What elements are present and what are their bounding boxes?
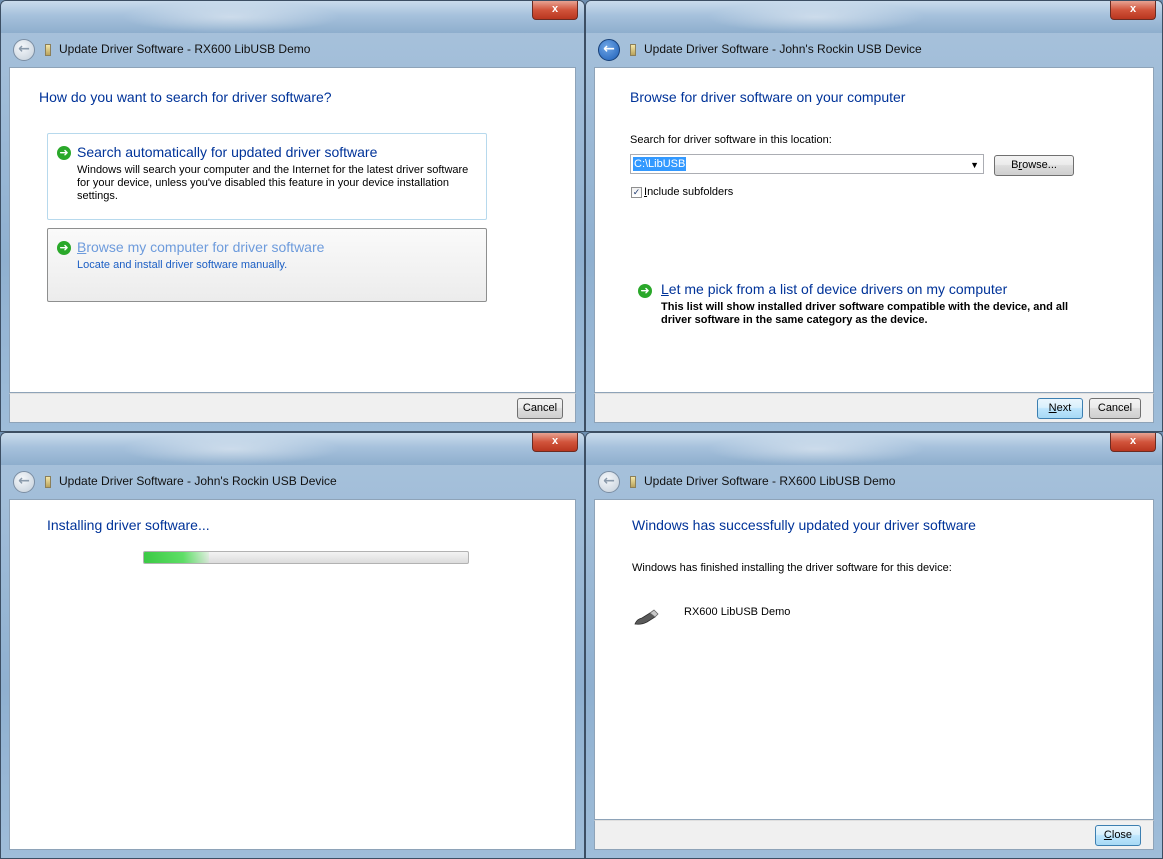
window-success: x ← Update Driver Software - RX600 LibUS… (585, 432, 1163, 859)
option-description: Windows will search your computer and th… (77, 164, 469, 202)
nav-row: ← Update Driver Software - John's Rockin… (9, 465, 576, 499)
option-title: Search automatically for updated driver … (77, 144, 378, 160)
content-pane: Windows has successfully updated your dr… (594, 499, 1154, 820)
include-subfolders-checkbox[interactable]: ✓ (631, 187, 642, 198)
window-title: Update Driver Software - RX600 LibUSB De… (59, 42, 311, 56)
close-window-button[interactable]: x (1110, 1, 1156, 20)
option-title: Let me pick from a list of device driver… (661, 281, 1008, 297)
window-title: Update Driver Software - John's Rockin U… (644, 42, 922, 56)
content-pane: How do you want to search for driver sof… (9, 67, 576, 393)
chevron-down-icon[interactable]: ▼ (970, 160, 979, 170)
page-heading: How do you want to search for driver sof… (39, 89, 332, 105)
next-button[interactable]: Next (1037, 398, 1083, 419)
back-arrow-icon[interactable]: ← (598, 39, 620, 61)
search-automatically-option[interactable]: ➜ Search automatically for updated drive… (47, 133, 487, 220)
option-description: This list will show installed driver sof… (661, 301, 1069, 326)
title-bar[interactable] (586, 433, 1162, 465)
green-arrow-icon: ➜ (57, 146, 71, 160)
back-arrow-icon: ← (13, 471, 35, 493)
content-pane: Installing driver software... (9, 499, 576, 850)
page-heading: Browse for driver software on your compu… (630, 89, 906, 105)
usb-device-icon (630, 476, 636, 488)
install-progress-bar (143, 551, 469, 564)
nav-row: ← Update Driver Software - RX600 LibUSB … (9, 33, 576, 67)
cancel-button[interactable]: Cancel (517, 398, 563, 419)
page-heading: Windows has successfully updated your dr… (632, 517, 976, 533)
close-window-button[interactable]: x (1110, 433, 1156, 452)
browse-my-computer-option[interactable]: ➜ Browse my computer for driver software… (47, 228, 487, 302)
title-bar[interactable] (1, 433, 584, 465)
usb-device-icon (45, 476, 51, 488)
back-arrow-icon: ← (598, 471, 620, 493)
button-bar: Cancel (9, 393, 576, 423)
driver-path-combobox[interactable]: C:\LibUSB ▼ (630, 154, 984, 174)
path-value: C:\LibUSB (633, 157, 687, 171)
close-window-button[interactable]: x (532, 1, 578, 20)
title-bar[interactable] (586, 1, 1162, 33)
close-button[interactable]: Close (1095, 825, 1141, 846)
progress-fill (144, 552, 209, 563)
include-subfolders-label[interactable]: Include subfolders (644, 186, 733, 198)
back-arrow-icon[interactable]: ← (13, 39, 35, 61)
close-window-button[interactable]: x (532, 433, 578, 452)
success-message: Windows has finished installing the driv… (632, 562, 952, 574)
page-heading: Installing driver software... (47, 517, 210, 533)
title-bar[interactable] (1, 1, 584, 33)
window-search-options: x ← Update Driver Software - RX600 LibUS… (0, 0, 585, 432)
window-title: Update Driver Software - RX600 LibUSB De… (644, 474, 896, 488)
green-arrow-icon: ➜ (638, 284, 652, 298)
nav-row: ← Update Driver Software - John's Rockin… (594, 33, 1154, 67)
location-label: Search for driver software in this locat… (630, 134, 832, 146)
device-name: RX600 LibUSB Demo (684, 606, 791, 618)
usb-device-icon (45, 44, 51, 56)
cancel-button[interactable]: Cancel (1089, 398, 1141, 419)
nav-row: ← Update Driver Software - RX600 LibUSB … (594, 465, 1154, 499)
browse-button[interactable]: Browse... (994, 155, 1074, 176)
usb-plug-icon (634, 609, 659, 625)
window-title: Update Driver Software - John's Rockin U… (59, 474, 337, 488)
button-bar: Close (594, 820, 1154, 850)
window-browse: x ← Update Driver Software - John's Rock… (585, 0, 1163, 432)
button-bar: Next Cancel (594, 393, 1154, 423)
option-title: Browse my computer for driver software (77, 239, 325, 255)
usb-device-icon (630, 44, 636, 56)
content-pane: Browse for driver software on your compu… (594, 67, 1154, 393)
window-installing: x ← Update Driver Software - John's Rock… (0, 432, 585, 859)
option-description: Locate and install driver software manua… (77, 259, 288, 271)
green-arrow-icon: ➜ (57, 241, 71, 255)
